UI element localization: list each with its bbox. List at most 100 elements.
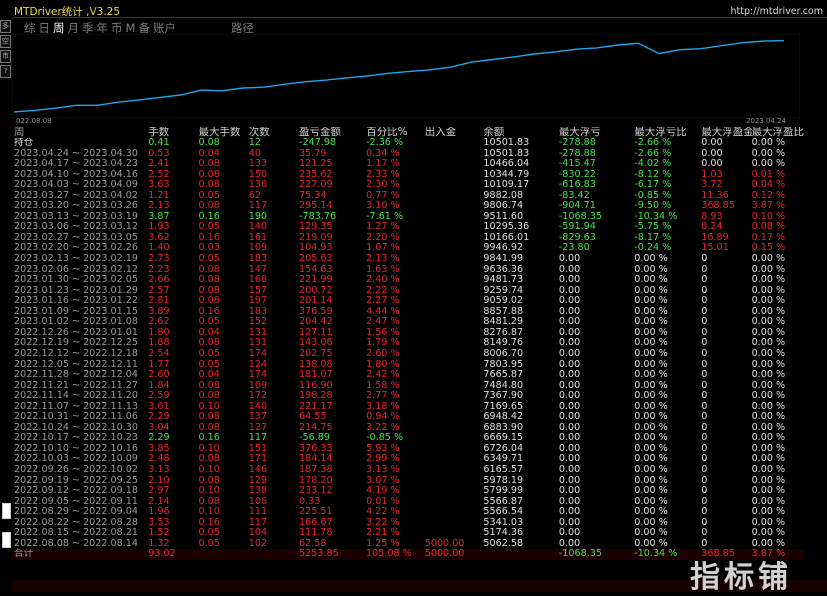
- cell: -2.66 %: [634, 148, 672, 159]
- table-row[interactable]: 2022.12.05 ~ 2022.12.11 1.77 0.05 124 138.08…: [12, 359, 804, 370]
- col-header-8[interactable]: 最大浮亏: [559, 127, 634, 138]
- table-row[interactable]: 2022.11.28 ~ 2022.12.04 2.60 0.04 174 181.07…: [12, 370, 804, 381]
- table-row[interactable]: 2023.01.16 ~ 2023.01.22 2.81 0.08 197 201.14…: [12, 296, 804, 307]
- table-row[interactable]: 2023.03.20 ~ 2023.03.26 2.13 0.08 117 295.14…: [12, 201, 804, 212]
- site-url[interactable]: http://mtdriver.com: [731, 6, 823, 17]
- table-row[interactable]: 2023.03.27 ~ 2023.04.02 1.21 0.05 62 75.34 0.…: [12, 191, 804, 202]
- scroll-marker[interactable]: [2, 532, 11, 548]
- table-row[interactable]: 2022.10.31 ~ 2022.11.06 2.29 0.08 137 64.55 0…: [12, 412, 804, 423]
- table-row[interactable]: 2022.08.22 ~ 2022.08.28 3.53 0.16 117 166.67…: [12, 518, 804, 529]
- cell: 0.08: [198, 138, 220, 149]
- tab-8[interactable]: 备: [138, 21, 150, 35]
- cell: 0.00 %: [634, 507, 668, 518]
- cell: [425, 391, 484, 402]
- cell: 184.14: [299, 454, 333, 465]
- cell: 140: [248, 222, 268, 233]
- table-row[interactable]: 2023.01.23 ~ 2023.01.29 2.57 0.08 157 200.72…: [12, 286, 804, 297]
- table-row[interactable]: 2022.11.21 ~ 2022.11.27 1.84 0.08 109 116.90…: [12, 381, 804, 392]
- table-row[interactable]: 2022.08.08 ~ 2022.08.14 1.32 0.05 102 62.58 1…: [12, 539, 804, 550]
- table-row[interactable]: 2023.03.06 ~ 2023.03.12 1.93 0.05 140 129.35…: [12, 222, 804, 233]
- col-header-10[interactable]: 最大浮盈金额: [701, 127, 751, 138]
- cell: -0.24 %: [634, 243, 672, 254]
- table-row[interactable]: 2022.10.17 ~ 2022.10.23 2.29 0.16 117 -56.89…: [12, 433, 804, 444]
- side-icon-2[interactable]: 市: [0, 50, 11, 63]
- cell: 1.17 %: [366, 159, 400, 170]
- table-row[interactable]: 2023.01.02 ~ 2023.01.08 2.62 0.05 152 204.42…: [12, 317, 804, 328]
- tab-1[interactable]: 日: [39, 21, 51, 35]
- side-icon-1[interactable]: 空: [0, 35, 11, 48]
- cell: 2023.04.03 ~ 2023.04.09: [14, 180, 138, 191]
- cell: 235.62: [299, 169, 333, 180]
- table-row[interactable]: 2022.11.07 ~ 2022.11.13 3.61 0.10 140 221.17…: [12, 402, 804, 413]
- scroll-marker[interactable]: [2, 503, 11, 519]
- table-row[interactable]: 2022.12.19 ~ 2022.12.25 1.88 0.08 131 143.06…: [12, 338, 804, 349]
- cell: 3.62: [148, 232, 170, 243]
- cell: 2022.12.05 ~ 2022.12.11: [14, 359, 138, 370]
- col-header-11[interactable]: 最大浮盈比例: [752, 127, 804, 138]
- tab-4[interactable]: 季: [82, 21, 94, 35]
- table-row[interactable]: 2023.03.13 ~ 2023.03.19 3.87 0.16 190 -783.7…: [12, 212, 804, 223]
- table-row[interactable]: 2022.11.14 ~ 2022.11.20 2.59 0.08 172 198.28…: [12, 391, 804, 402]
- tab-0[interactable]: 综: [24, 21, 36, 35]
- cell: 147: [248, 264, 268, 275]
- table-row[interactable]: 2022.10.10 ~ 2022.10.16 3.85 0.10 151 376.33…: [12, 444, 804, 455]
- side-icon-3[interactable]: ?: [0, 65, 11, 78]
- table-row[interactable]: 2023.04.24 ~ 2023.04.30 0.53 0.04 40 35.79 0.…: [12, 149, 804, 160]
- table-row[interactable]: 2022.09.05 ~ 2022.09.11 2.14 0.08 106 0.33 0.…: [12, 497, 804, 508]
- col-header-1[interactable]: 手数: [148, 127, 198, 138]
- cell: [248, 549, 300, 560]
- total-row[interactable]: 合计 93.02 5253.85 105.08 % 5000.00 -1068.35 -10…: [12, 549, 804, 560]
- table-row[interactable]: 2022.12.12 ~ 2022.12.18 2.54 0.05 174 202.75…: [12, 349, 804, 360]
- cell: 2.23: [148, 264, 170, 275]
- tab-3[interactable]: 月: [68, 21, 80, 35]
- col-header-2[interactable]: 最大手数: [198, 127, 248, 138]
- col-header-5[interactable]: 百分比%: [366, 127, 425, 138]
- table-row[interactable]: 2022.08.29 ~ 2022.09.04 1.96 0.10 111 225.51…: [12, 507, 804, 518]
- table-row[interactable]: 2023.02.06 ~ 2023.02.12 2.23 0.08 147 154.63…: [12, 265, 804, 276]
- col-header-0[interactable]: 周: [12, 127, 148, 138]
- tab-7[interactable]: M: [126, 21, 136, 35]
- col-header-9[interactable]: 最大浮亏比: [634, 127, 701, 138]
- col-header-6[interactable]: 出入金: [425, 127, 484, 138]
- cell: 0.10: [198, 464, 220, 475]
- table-row[interactable]: 2022.09.12 ~ 2022.09.18 2.97 0.10 138 233.12…: [12, 486, 804, 497]
- table-row[interactable]: 2023.04.10 ~ 2023.04.16 2.52 0.08 150 235.62…: [12, 170, 804, 181]
- cell: [425, 149, 484, 160]
- table-row[interactable]: 2022.09.26 ~ 2022.10.02 3.13 0.10 146 187.38…: [12, 465, 804, 476]
- tab-9[interactable]: 账户: [153, 21, 176, 35]
- col-header-3[interactable]: 次数: [249, 127, 299, 138]
- cell: 0.00: [701, 148, 723, 159]
- col-header-4[interactable]: 盈亏金额: [299, 127, 366, 138]
- table-row[interactable]: 2022.08.15 ~ 2022.08.21 1.52 0.05 104 111.78…: [12, 528, 804, 539]
- cell: [425, 486, 484, 497]
- cell: 295.14: [299, 201, 333, 212]
- table-row[interactable]: 2022.09.19 ~ 2022.09.25 2.10 0.08 129 178.20…: [12, 476, 804, 487]
- tab-2[interactable]: 周: [53, 21, 65, 35]
- table-row[interactable]: 2023.01.30 ~ 2023.02.05 2.66 0.08 168 221.99…: [12, 275, 804, 286]
- cell: 10109.17: [483, 180, 530, 191]
- table-row[interactable]: 2022.12.26 ~ 2023.01.01 1.80 0.04 131 127.11…: [12, 328, 804, 339]
- table-row[interactable]: 2022.10.03 ~ 2022.10.09 2.48 0.08 171 184.14…: [12, 454, 804, 465]
- table-header-row: 周手数最大手数次数盈亏金额百分比%出入金余额最大浮亏最大浮亏比最大浮盈金额最大浮…: [12, 127, 804, 138]
- table-row[interactable]: 2023.02.20 ~ 2023.02.26 1.40 0.03 109 104.93…: [12, 243, 804, 254]
- cell: 2.27 %: [366, 296, 400, 307]
- table-row[interactable]: 2022.10.24 ~ 2022.10.30 3.04 0.08 127 214.75…: [12, 423, 804, 434]
- cell: 0.00 %: [751, 486, 786, 497]
- cell: [425, 423, 484, 434]
- table-row[interactable]: 2023.04.03 ~ 2023.04.09 3.63 0.08 136 227.09…: [12, 180, 804, 191]
- table-row[interactable]: 2023.01.09 ~ 2023.01.15 3.89 0.16 183 376.59…: [12, 307, 804, 318]
- tab-6[interactable]: 币: [111, 21, 123, 35]
- table-row[interactable]: 2023.02.27 ~ 2023.03.05 3.62 0.16 161 219.09…: [12, 233, 804, 244]
- cell: 0.00: [558, 528, 581, 539]
- col-header-7[interactable]: 余额: [483, 127, 558, 138]
- open-positions-row[interactable]: 持仓 0.41 0.08 12 -247.98 -2.36 % 10501.83 -278.8…: [12, 138, 804, 149]
- cell: 376.33: [299, 443, 333, 454]
- table-row[interactable]: 2023.02.13 ~ 2023.02.19 2.73 0.05 183 205.63…: [12, 254, 804, 265]
- cell: 0.00 %: [751, 454, 786, 465]
- tab-path[interactable]: 路径: [231, 21, 254, 35]
- table-row[interactable]: 2023.04.17 ~ 2023.04.23 2.41 0.08 133 121.25…: [12, 159, 804, 170]
- cell: 0: [701, 327, 708, 338]
- tab-5[interactable]: 年: [97, 21, 109, 35]
- cell: 9511.60: [483, 211, 524, 222]
- side-icon-0[interactable]: 多: [0, 20, 11, 33]
